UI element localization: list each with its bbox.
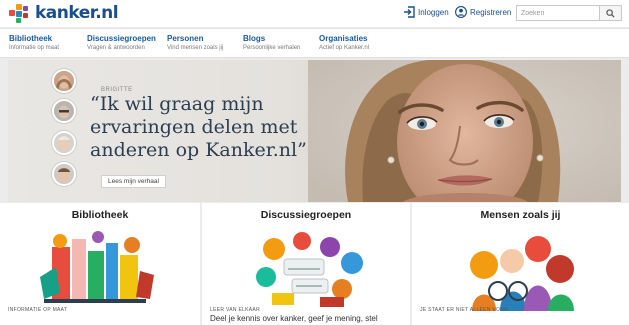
avatar-person-2[interactable] xyxy=(52,99,76,123)
nav-item-subtitle: Vragen & antwoorden xyxy=(87,45,145,51)
login-link[interactable]: Inloggen xyxy=(403,6,449,18)
main-nav: Bibliotheek Informatie op maat Discussie… xyxy=(0,28,629,58)
page: kanker.nl Inloggen Registreren Zoeken Bi… xyxy=(0,0,629,325)
avatar-person-4[interactable] xyxy=(52,162,76,186)
avatar-person-3[interactable] xyxy=(52,131,76,155)
people-illustration xyxy=(470,236,574,311)
avatar-person-3-image xyxy=(54,133,74,153)
register-label: Registreren xyxy=(470,7,512,17)
nav-item-subtitle: Persoonlijke verhalen xyxy=(243,45,301,51)
user-icon xyxy=(455,6,467,18)
card-title[interactable]: Discussiegroepen xyxy=(202,209,410,221)
hero-quote: “Ik wil graag mijn ervaringen delen met … xyxy=(90,93,307,161)
logo-mark-icon xyxy=(9,2,31,24)
nav-item-subtitle: Informatie op maat xyxy=(9,45,60,51)
hero-banner: BRIGITTE “Ik wil graag mijn ervaringen d… xyxy=(8,60,621,202)
search-input[interactable] xyxy=(517,6,599,20)
avatar-brigitte[interactable] xyxy=(52,69,76,93)
avatar-person-4-image xyxy=(54,164,74,184)
avatar-person-2-image xyxy=(54,101,74,121)
nav-item-subtitle: Vind mensen zoals jij xyxy=(167,45,224,51)
card-text: Deel je kennis over kanker, geef je meni… xyxy=(210,314,378,323)
card-label: INFORMATIE OP MAAT xyxy=(8,307,68,313)
library-illustration xyxy=(40,231,154,303)
card-discussiegroepen[interactable]: Discussiegroepen LEER VAN ELKAAR Deel je… xyxy=(202,203,410,325)
search-button[interactable] xyxy=(599,6,621,20)
card-label: JE STAAT ER NIET ALLEEN VOOR xyxy=(420,307,509,313)
nav-item-blogs[interactable]: Blogs Persoonlijke verhalen xyxy=(243,34,300,52)
card-mensen-zoals-jij[interactable]: Mensen zoals jij JE STAAT ER NIET ALLEEN… xyxy=(412,203,629,325)
top-bar: kanker.nl Inloggen Registreren xyxy=(0,0,629,27)
nav-item-title: Organisaties xyxy=(319,34,368,43)
search-icon xyxy=(606,8,615,18)
nav-item-subtitle: Actief op Kanker.nl xyxy=(319,45,370,51)
feature-cards: Bibliotheek INFORMATIE OP MAAT Discussie… xyxy=(0,203,629,325)
nav-item-title: Personen xyxy=(167,34,204,43)
logo-text: kanker.nl xyxy=(35,3,119,23)
nav-item-personen[interactable]: Personen Vind mensen zoals jij xyxy=(167,34,223,52)
search-box xyxy=(516,5,622,21)
avatar-brigitte-image xyxy=(54,71,74,91)
card-title[interactable]: Bibliotheek xyxy=(0,209,200,221)
card-title[interactable]: Mensen zoals jij xyxy=(412,209,629,221)
card-bibliotheek[interactable]: Bibliotheek INFORMATIE OP MAAT xyxy=(0,203,200,325)
nav-item-title: Bibliotheek xyxy=(9,34,53,43)
login-icon xyxy=(404,6,415,18)
logo[interactable]: kanker.nl xyxy=(9,2,119,24)
read-story-button[interactable]: Lees mijn verhaal xyxy=(101,175,166,188)
nav-item-title: Blogs xyxy=(243,34,266,43)
hero-portrait xyxy=(308,60,621,202)
login-label: Inloggen xyxy=(418,7,449,17)
nav-item-organisaties[interactable]: Organisaties Actief op Kanker.nl xyxy=(319,34,369,52)
register-link[interactable]: Registreren xyxy=(455,6,511,18)
nav-item-discussiegroepen[interactable]: Discussiegroepen Vragen & antwoorden xyxy=(87,34,156,52)
card-label: LEER VAN ELKAAR xyxy=(210,307,260,313)
nav-item-title: Discussiegroepen xyxy=(87,34,156,43)
nav-item-bibliotheek[interactable]: Bibliotheek Informatie op maat xyxy=(9,34,59,52)
discussion-illustration xyxy=(256,232,363,307)
